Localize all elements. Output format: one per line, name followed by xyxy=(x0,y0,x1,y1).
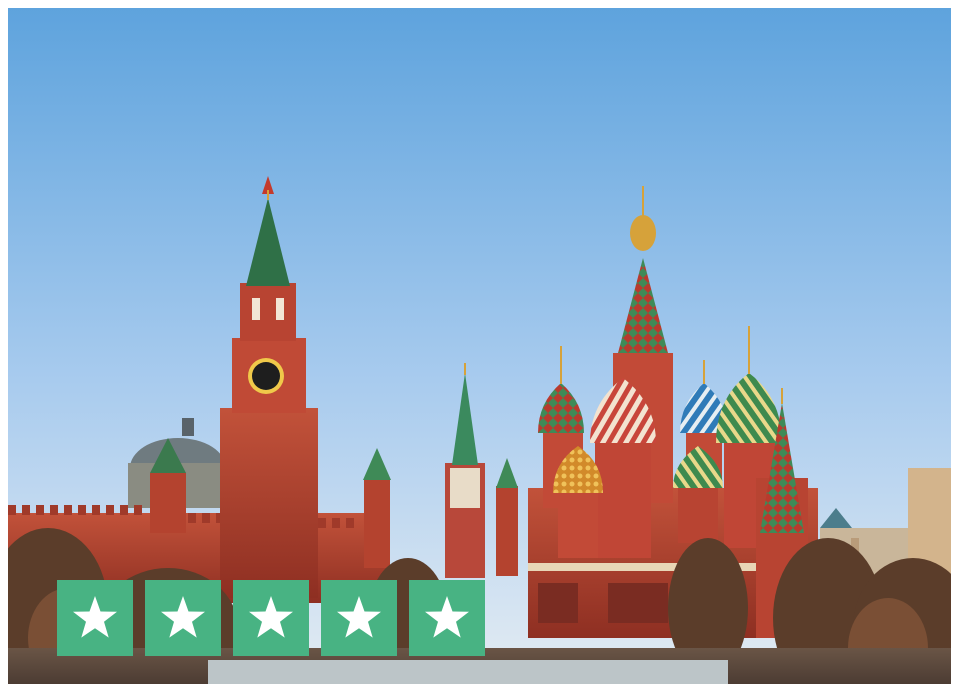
star-icon xyxy=(425,596,469,638)
star-icon xyxy=(161,596,205,638)
rating-star-4 xyxy=(321,580,397,656)
rating-star-5 xyxy=(409,580,485,656)
rating-star-1 xyxy=(57,580,133,656)
star-rating xyxy=(57,580,485,656)
star-icon xyxy=(73,596,117,638)
star-icon xyxy=(337,596,381,638)
rating-star-2 xyxy=(145,580,221,656)
star-icon xyxy=(249,596,293,638)
rating-star-3 xyxy=(233,580,309,656)
photo-frame xyxy=(8,8,951,684)
